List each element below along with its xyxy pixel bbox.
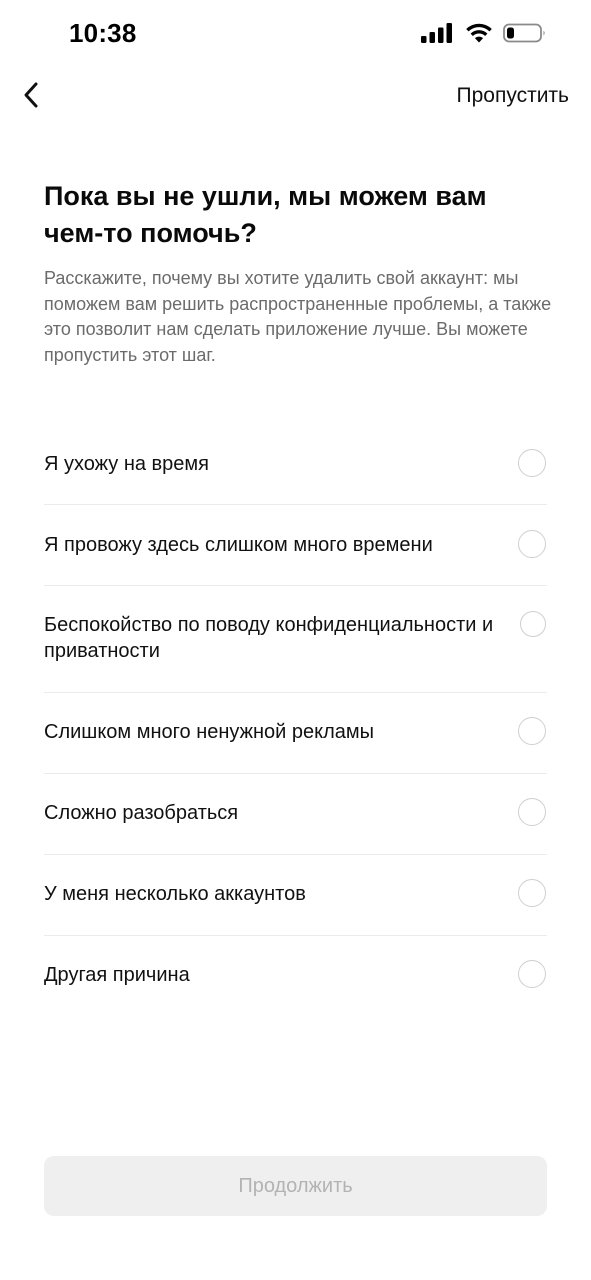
radio-button[interactable]	[518, 798, 546, 826]
page-description: Расскажите, почему вы хотите удалить сво…	[44, 268, 552, 365]
reason-options-list: Я ухожу на время Я провожу здесь слишком…	[44, 424, 547, 1016]
status-icons	[421, 22, 547, 49]
option-multiple-accounts[interactable]: У меня несколько аккаунтов	[44, 855, 547, 936]
status-bar: 10:38	[0, 0, 591, 72]
option-label: Сложно разобраться	[44, 802, 239, 824]
radio-button[interactable]	[518, 960, 546, 988]
skip-button[interactable]: Пропустить	[457, 84, 570, 108]
option-label: У меня несколько аккаунтов	[44, 883, 306, 905]
chevron-left-icon	[21, 81, 41, 114]
battery-icon	[503, 22, 547, 49]
option-too-many-ads[interactable]: Слишком много ненужной рекламы	[44, 693, 547, 774]
radio-button[interactable]	[518, 717, 546, 745]
radio-button[interactable]	[520, 611, 546, 637]
option-label: Другая причина	[44, 964, 190, 986]
option-label: Слишком много ненужной рекламы	[44, 721, 375, 743]
status-time: 10:38	[69, 18, 137, 48]
option-hard-to-understand[interactable]: Сложно разобраться	[44, 774, 547, 855]
option-privacy-concerns[interactable]: Беспокойство по поводу конфиденциальност…	[44, 586, 547, 693]
wifi-icon	[465, 22, 493, 49]
radio-button[interactable]	[518, 879, 546, 907]
option-label: Беспокойство по поводу конфиденциальност…	[44, 614, 494, 662]
cellular-signal-icon	[421, 22, 455, 49]
option-other-reason[interactable]: Другая причина	[44, 936, 547, 1016]
radio-button[interactable]	[518, 530, 546, 558]
back-button[interactable]	[14, 80, 48, 114]
option-leaving-temporarily[interactable]: Я ухожу на время	[44, 424, 547, 505]
option-too-much-time[interactable]: Я провожу здесь слишком много времени	[44, 505, 547, 586]
option-label: Я ухожу на время	[44, 453, 210, 475]
page-title: Пока вы не ушли, мы можем вам чем-то пом…	[44, 181, 487, 248]
option-label: Я провожу здесь слишком много времени	[44, 534, 433, 556]
radio-button[interactable]	[518, 449, 546, 477]
continue-button[interactable]: Продолжить	[44, 1156, 547, 1216]
nav-bar: Пропустить	[0, 72, 591, 120]
